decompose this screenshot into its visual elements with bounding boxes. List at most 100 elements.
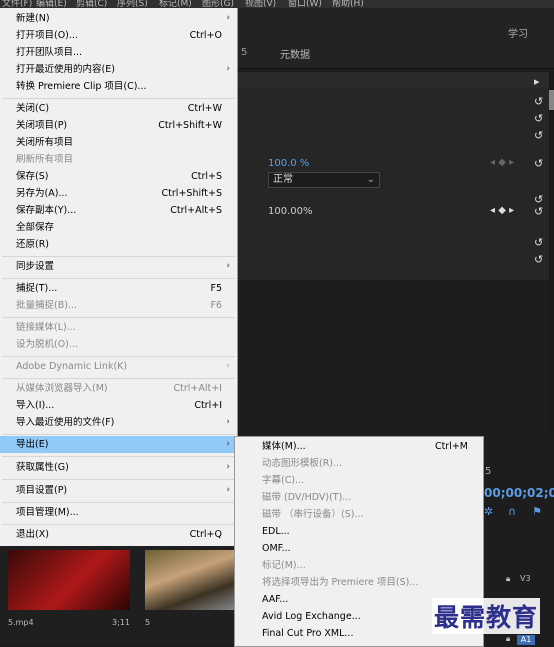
- menu-item-label: 保存副本(Y)...: [16, 205, 77, 216]
- keyframe-nav-icon[interactable]: ◂ ◆ ▸: [490, 157, 514, 168]
- menu-item-label: 打开团队项目...: [16, 47, 83, 58]
- submenu-item-captions[interactable]: 字幕(C)...: [235, 472, 483, 489]
- linked-selection-icon[interactable]: ∩: [508, 505, 516, 518]
- menu-item-dynamic-link[interactable]: Adobe Dynamic Link(K) ›: [0, 358, 237, 375]
- submenu-item-motion-graphics-template[interactable]: 动态图形模板(R)...: [235, 455, 483, 472]
- menu-clip[interactable]: 剪辑(C): [76, 0, 107, 8]
- add-marker-icon[interactable]: ⚑: [532, 505, 542, 518]
- lock-icon[interactable]: 🔒︎: [506, 634, 510, 644]
- menu-item-open-recent[interactable]: 打开最近使用的内容(E) ›: [0, 61, 237, 78]
- menu-item-close-project[interactable]: 关闭项目(P) Ctrl+Shift+W: [0, 117, 237, 134]
- reset-icon[interactable]: ↺: [534, 158, 545, 169]
- menu-item-save-copy[interactable]: 保存副本(Y)... Ctrl+Alt+S: [0, 202, 237, 219]
- reset-icon[interactable]: ↺: [534, 130, 545, 141]
- menu-item-save-as[interactable]: 另存为(A)... Ctrl+Shift+S: [0, 185, 237, 202]
- menu-item-sync-settings[interactable]: 同步设置 ›: [0, 258, 237, 275]
- menu-file[interactable]: 文件(F): [2, 0, 32, 8]
- menu-item-revert[interactable]: 还原(R): [0, 236, 237, 253]
- menu-separator: [2, 317, 235, 318]
- menu-edit[interactable]: 编辑(E): [36, 0, 67, 8]
- menu-graphics[interactable]: 图形(G): [202, 0, 234, 8]
- menu-sequence[interactable]: 序列(S): [117, 0, 148, 8]
- track-label-v3[interactable]: V3: [520, 574, 531, 583]
- menu-item-link-media[interactable]: 链接媒体(L)...: [0, 319, 237, 336]
- menu-item-close[interactable]: 关闭(C) Ctrl+W: [0, 100, 237, 117]
- reset-icon[interactable]: ↺: [534, 113, 545, 124]
- menu-item-import[interactable]: 导入(I)... Ctrl+I: [0, 397, 237, 414]
- reset-icon[interactable]: ↺: [534, 254, 545, 265]
- submenu-item-edl[interactable]: EDL...: [235, 523, 483, 540]
- speed-value[interactable]: 100.00%: [268, 206, 313, 217]
- menu-bar: 文件(F) 编辑(E) 剪辑(C) 序列(S) 标记(M) 图形(G) 视图(V…: [0, 0, 554, 8]
- chevron-right-icon: ›: [226, 64, 230, 74]
- menu-item-import-recent[interactable]: 导入最近使用的文件(F) ›: [0, 414, 237, 431]
- menu-item-label: OMF...: [262, 543, 291, 554]
- menu-item-label: 导出(E): [16, 439, 49, 450]
- menu-item-convert-clip[interactable]: 转换 Premiere Clip 项目(C)...: [0, 78, 237, 95]
- menu-item-export[interactable]: 导出(E) ›: [0, 436, 237, 453]
- menu-item-label: Adobe Dynamic Link(K): [16, 361, 128, 372]
- menu-view[interactable]: 视图(V): [245, 0, 276, 8]
- menu-item-get-properties[interactable]: 获取属性(G) ›: [0, 459, 237, 476]
- submenu-item-media[interactable]: 媒体(M)... Ctrl+M: [235, 438, 483, 455]
- menu-item-shortcut: Ctrl+Shift+S: [161, 188, 222, 199]
- submenu-item-omf[interactable]: OMF...: [235, 540, 483, 557]
- menu-item-label: 标记(M)...: [262, 560, 306, 571]
- timeline-tab-number[interactable]: 5: [485, 466, 491, 477]
- menu-separator: [2, 502, 235, 503]
- menu-item-shortcut: Ctrl+M: [434, 441, 468, 452]
- menu-item-refresh-all[interactable]: 刷新所有项目: [0, 151, 237, 168]
- menu-item-make-offline[interactable]: 设为脱机(O)...: [0, 336, 237, 353]
- menu-item-exit[interactable]: 退出(X) Ctrl+Q: [0, 526, 237, 543]
- chevron-right-icon: ›: [226, 417, 230, 427]
- chevron-right-icon[interactable]: ▸: [534, 76, 545, 87]
- blend-mode-select[interactable]: 正常 ⌄: [268, 172, 380, 188]
- reset-icon[interactable]: ↺: [534, 237, 545, 248]
- panel-tab-number[interactable]: 5: [241, 47, 247, 58]
- ec-row: ▸: [238, 72, 549, 88]
- menu-item-save[interactable]: 保存(S) Ctrl+S: [0, 168, 237, 185]
- menu-item-capture[interactable]: 捕捉(T)... F5: [0, 280, 237, 297]
- submenu-item-markers[interactable]: 标记(M)...: [235, 557, 483, 574]
- clip-thumbnail[interactable]: [145, 550, 238, 610]
- menu-item-label: 全部保存: [16, 222, 55, 233]
- snap-icon[interactable]: ✲: [484, 505, 493, 518]
- menu-item-new[interactable]: 新建(N) ›: [0, 10, 237, 27]
- menu-item-shortcut: Ctrl+Alt+I: [173, 383, 223, 394]
- reset-icon[interactable]: ↺: [534, 96, 545, 107]
- menu-item-save-all[interactable]: 全部保存: [0, 219, 237, 236]
- lock-icon[interactable]: 🔒︎: [506, 574, 510, 584]
- submenu-item-tape-dv-hdv[interactable]: 磁带 (DV/HDV)(T)...: [235, 489, 483, 506]
- menu-separator: [2, 378, 235, 379]
- menu-item-label: 磁带 （串行设备）(S)...: [262, 509, 364, 520]
- menu-item-label: 还原(R): [16, 239, 50, 250]
- scrollbar-thumb[interactable]: [549, 90, 554, 110]
- menu-item-batch-capture[interactable]: 批量捕捉(B)... F6: [0, 297, 237, 314]
- menu-help[interactable]: 帮助(H): [332, 0, 364, 8]
- menu-marker[interactable]: 标记(M): [159, 0, 192, 8]
- menu-item-open-project[interactable]: 打开项目(O)... Ctrl+O: [0, 27, 237, 44]
- menu-item-shortcut: Ctrl+Alt+S: [170, 205, 222, 216]
- chevron-right-icon: ›: [226, 361, 230, 371]
- watermark-logo: 最需教育: [432, 598, 541, 634]
- menu-item-shortcut: Ctrl+Shift+W: [158, 120, 222, 131]
- menu-window[interactable]: 窗口(W): [288, 0, 322, 8]
- menu-item-project-manager[interactable]: 项目管理(M)...: [0, 504, 237, 521]
- menu-item-open-team-project[interactable]: 打开团队项目...: [0, 44, 237, 61]
- submenu-item-export-selection-premiere[interactable]: 将选择项导出为 Premiere 项目(S)...: [235, 574, 483, 591]
- track-target-a1[interactable]: A1: [517, 635, 535, 645]
- menu-item-close-all-projects[interactable]: 关闭所有项目: [0, 134, 237, 151]
- submenu-item-tape-serial[interactable]: 磁带 （串行设备）(S)...: [235, 506, 483, 523]
- menu-item-project-settings[interactable]: 项目设置(P) ›: [0, 482, 237, 499]
- reset-icon[interactable]: ↺: [534, 206, 545, 217]
- tab-metadata[interactable]: 元数据: [280, 46, 310, 61]
- clip-name: 5.mp4: [8, 618, 34, 627]
- effect-controls-scrollbar[interactable]: [549, 72, 554, 432]
- clip-thumbnail[interactable]: [8, 550, 130, 610]
- ec-row: ↺: [238, 252, 549, 268]
- menu-item-import-from-browser[interactable]: 从媒体浏览器导入(M) Ctrl+Alt+I: [0, 380, 237, 397]
- menu-item-shortcut: Ctrl+I: [194, 400, 222, 411]
- opacity-value[interactable]: 100.0 %: [268, 158, 309, 169]
- keyframe-nav-icon[interactable]: ◂ ◆ ▸: [490, 205, 514, 216]
- timeline-timecode[interactable]: 00;00;02;09: [484, 486, 554, 500]
